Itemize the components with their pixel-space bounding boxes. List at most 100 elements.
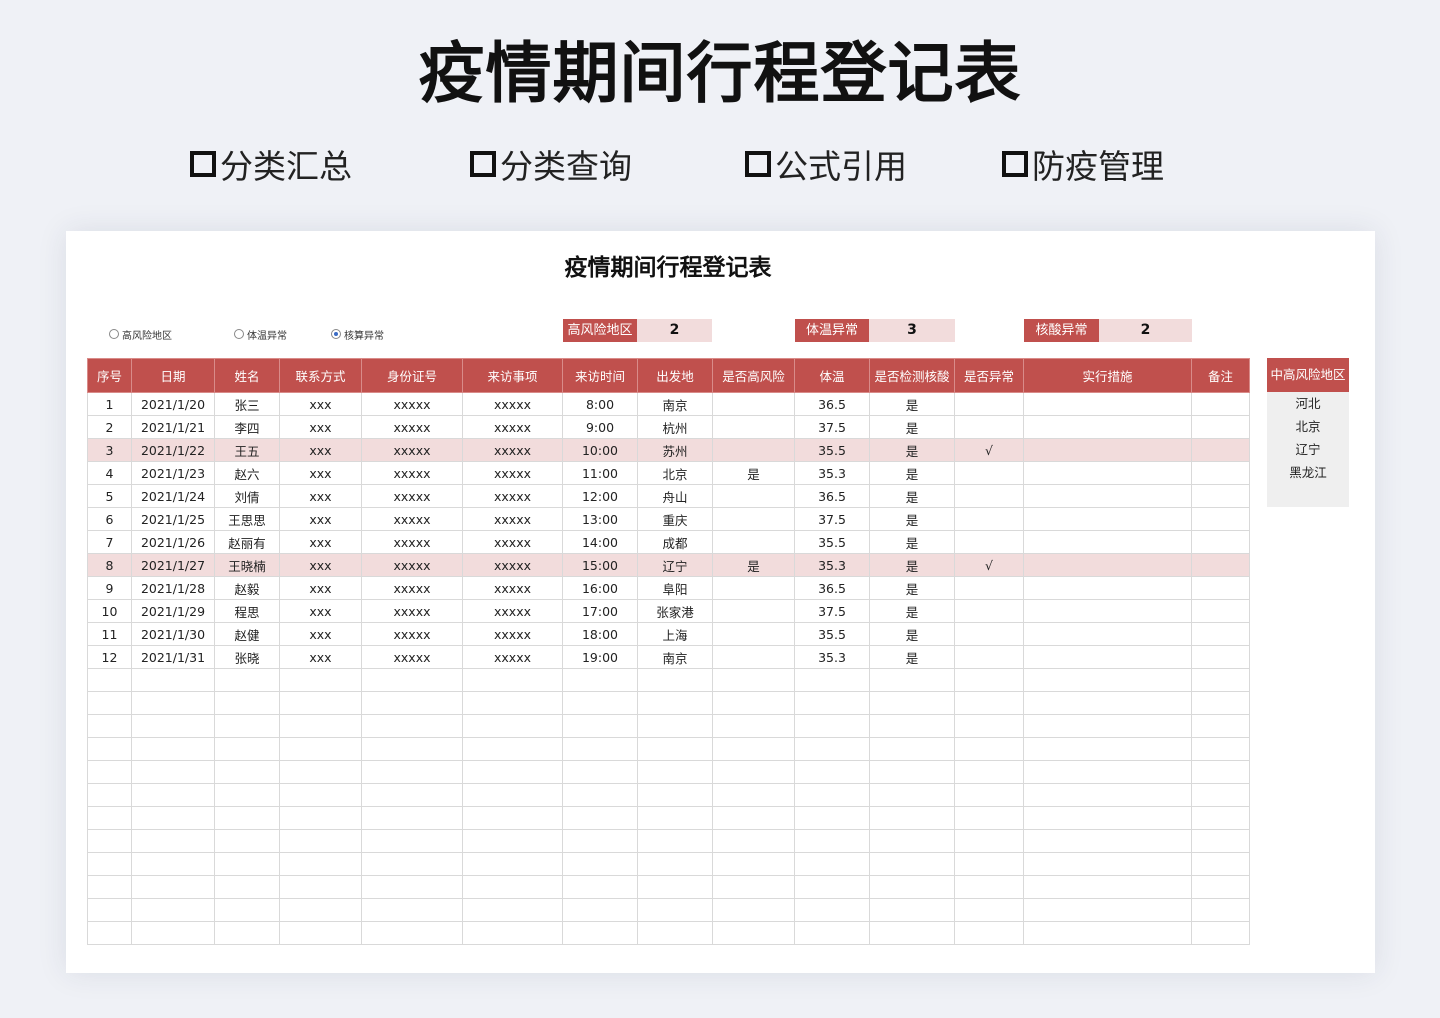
- table-cell[interactable]: [279, 806, 362, 830]
- stat-value-high-risk[interactable]: 2: [637, 319, 712, 342]
- table-cell[interactable]: 王晓楠: [214, 553, 280, 577]
- table-cell[interactable]: 2021/1/21: [131, 415, 215, 439]
- table-cell[interactable]: [1191, 553, 1250, 577]
- table-cell[interactable]: [712, 806, 795, 830]
- column-header[interactable]: 姓名: [214, 358, 280, 393]
- table-cell[interactable]: [562, 760, 638, 784]
- table-cell[interactable]: [1191, 921, 1250, 945]
- table-cell[interactable]: [562, 714, 638, 738]
- table-cell[interactable]: 是: [869, 415, 955, 439]
- table-cell[interactable]: 13:00: [562, 507, 638, 531]
- table-cell[interactable]: [562, 875, 638, 899]
- table-cell[interactable]: [1191, 875, 1250, 899]
- table-cell[interactable]: xxx: [279, 553, 362, 577]
- table-cell[interactable]: [214, 921, 280, 945]
- table-cell[interactable]: [279, 737, 362, 761]
- table-cell[interactable]: [794, 875, 870, 899]
- table-cell[interactable]: 辽宁: [637, 553, 713, 577]
- table-cell[interactable]: [131, 691, 215, 715]
- table-cell[interactable]: √: [954, 438, 1024, 462]
- table-cell[interactable]: 是: [712, 461, 795, 485]
- table-cell[interactable]: 4: [87, 461, 132, 485]
- table-cell[interactable]: 南京: [637, 392, 713, 416]
- radio-high-risk[interactable]: 高风险地区: [109, 326, 172, 342]
- table-cell[interactable]: xxx: [279, 622, 362, 646]
- table-cell[interactable]: [1191, 530, 1250, 554]
- table-cell[interactable]: 是: [869, 599, 955, 623]
- table-cell[interactable]: [954, 714, 1024, 738]
- table-cell[interactable]: [637, 921, 713, 945]
- table-cell[interactable]: [1191, 507, 1250, 531]
- table-cell[interactable]: [462, 806, 563, 830]
- column-header[interactable]: 是否高风险: [712, 358, 795, 393]
- table-cell[interactable]: [1023, 875, 1192, 899]
- table-cell[interactable]: 张晓: [214, 645, 280, 669]
- table-cell[interactable]: [1191, 783, 1250, 807]
- table-cell[interactable]: [869, 737, 955, 761]
- radio-test-abnormal[interactable]: 核算异常: [331, 326, 384, 342]
- table-cell[interactable]: [954, 898, 1024, 922]
- table-cell[interactable]: [279, 875, 362, 899]
- table-cell[interactable]: [1023, 737, 1192, 761]
- table-cell[interactable]: 16:00: [562, 576, 638, 600]
- table-cell[interactable]: xxx: [279, 461, 362, 485]
- column-header[interactable]: 是否异常: [954, 358, 1024, 393]
- table-cell[interactable]: [562, 737, 638, 761]
- table-cell[interactable]: [1191, 760, 1250, 784]
- table-cell[interactable]: 36.5: [794, 576, 870, 600]
- table-cell[interactable]: 37.5: [794, 599, 870, 623]
- table-cell[interactable]: 37.5: [794, 415, 870, 439]
- table-cell[interactable]: [462, 875, 563, 899]
- table-cell[interactable]: 5: [87, 484, 132, 508]
- table-cell[interactable]: [214, 852, 280, 876]
- table-cell[interactable]: [712, 714, 795, 738]
- table-cell[interactable]: [1191, 576, 1250, 600]
- table-cell[interactable]: 35.5: [794, 530, 870, 554]
- table-cell[interactable]: [712, 438, 795, 462]
- table-cell[interactable]: [1023, 530, 1192, 554]
- table-cell[interactable]: [214, 737, 280, 761]
- table-cell[interactable]: [1191, 668, 1250, 692]
- table-cell[interactable]: [131, 668, 215, 692]
- table-cell[interactable]: xxxxx: [462, 553, 563, 577]
- table-cell[interactable]: [87, 714, 132, 738]
- table-cell[interactable]: xxxxx: [361, 576, 463, 600]
- table-cell[interactable]: xxxxx: [361, 461, 463, 485]
- table-cell[interactable]: 35.5: [794, 438, 870, 462]
- table-cell[interactable]: xxx: [279, 645, 362, 669]
- table-cell[interactable]: 2021/1/24: [131, 484, 215, 508]
- table-cell[interactable]: [361, 691, 463, 715]
- table-cell[interactable]: 是: [869, 461, 955, 485]
- table-cell[interactable]: [1023, 599, 1192, 623]
- table-cell[interactable]: [1023, 438, 1192, 462]
- table-cell[interactable]: [954, 415, 1024, 439]
- table-cell[interactable]: [462, 760, 563, 784]
- table-cell[interactable]: 35.5: [794, 622, 870, 646]
- table-cell[interactable]: [131, 875, 215, 899]
- table-cell[interactable]: [637, 806, 713, 830]
- table-cell[interactable]: [214, 783, 280, 807]
- table-cell[interactable]: xxxxx: [361, 484, 463, 508]
- table-cell[interactable]: 2021/1/22: [131, 438, 215, 462]
- column-header[interactable]: 是否检测核酸: [869, 358, 955, 393]
- table-cell[interactable]: [1023, 898, 1192, 922]
- table-cell[interactable]: [794, 829, 870, 853]
- table-cell[interactable]: 3: [87, 438, 132, 462]
- table-cell[interactable]: 赵健: [214, 622, 280, 646]
- table-cell[interactable]: [794, 783, 870, 807]
- table-cell[interactable]: [1191, 438, 1250, 462]
- table-cell[interactable]: [794, 806, 870, 830]
- table-cell[interactable]: 17:00: [562, 599, 638, 623]
- column-header[interactable]: 来访时间: [562, 358, 638, 393]
- table-cell[interactable]: xxxxx: [462, 461, 563, 485]
- table-cell[interactable]: 2021/1/28: [131, 576, 215, 600]
- table-cell[interactable]: [1191, 415, 1250, 439]
- table-cell[interactable]: [794, 898, 870, 922]
- table-cell[interactable]: [1023, 484, 1192, 508]
- table-cell[interactable]: 14:00: [562, 530, 638, 554]
- table-cell[interactable]: xxxxx: [462, 645, 563, 669]
- table-cell[interactable]: 19:00: [562, 645, 638, 669]
- table-cell[interactable]: [279, 921, 362, 945]
- table-cell[interactable]: [562, 783, 638, 807]
- table-cell[interactable]: [1023, 461, 1192, 485]
